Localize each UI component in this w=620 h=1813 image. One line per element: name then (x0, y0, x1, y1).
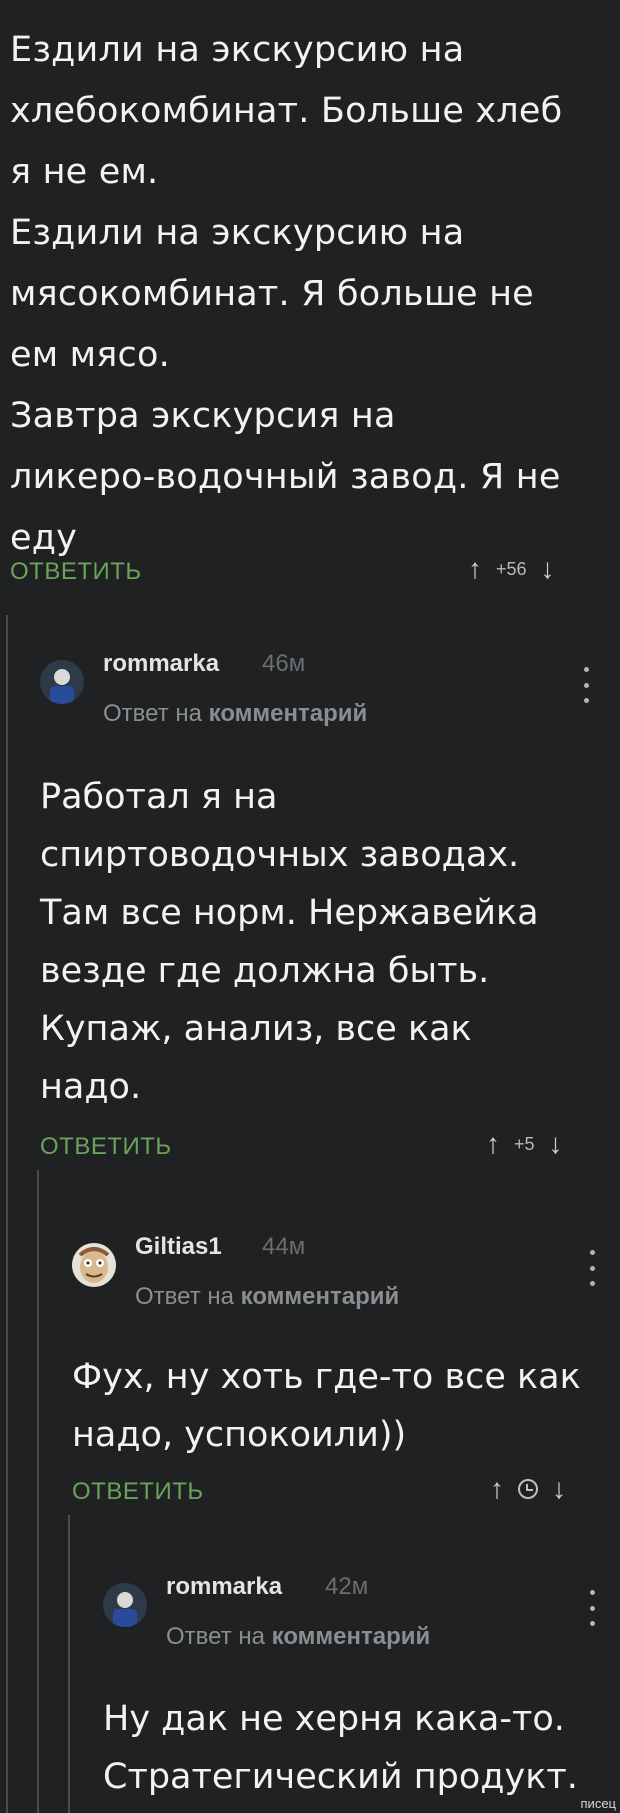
comment-line: Работал я на (40, 777, 278, 817)
comment-line: Стратегический продукт. (103, 1757, 578, 1797)
comment-line: ликеро-водочный завод. Я не (10, 457, 561, 497)
reply-to-prefix: Ответ на (135, 1283, 234, 1310)
comment-line: Там все норм. Нержавейка (40, 893, 539, 933)
comment-time: 44м (262, 1233, 306, 1260)
timer-icon (518, 1479, 538, 1499)
comment-line: я не ем. (10, 152, 159, 192)
comment-line: надо, успокоили)) (72, 1415, 407, 1455)
comment-line: Фух, ну хоть где-то все как (72, 1357, 581, 1397)
reply-to-prefix: Ответ на (103, 700, 202, 727)
comment-line: Ну дак не херня кака-то. (103, 1699, 565, 1739)
upvote-icon[interactable]: ↑ (468, 553, 482, 585)
more-options-icon[interactable] (582, 667, 590, 703)
reply-to-link[interactable]: комментарий (209, 700, 368, 727)
reply-button[interactable]: ОТВЕТИТЬ (40, 1133, 172, 1161)
thread-line (37, 1170, 39, 1813)
username[interactable]: rommarka (103, 650, 219, 678)
reply-to-label: Ответ на комментарий (135, 1283, 399, 1311)
comment-thread: Ездили на экскурсию на хлебокомбинат. Бо… (0, 0, 620, 1813)
downvote-icon[interactable]: ↓ (541, 553, 555, 585)
reply-to-label: Ответ на комментарий (103, 700, 367, 728)
upvote-icon[interactable]: ↑ (486, 1128, 500, 1160)
upvote-icon[interactable]: ↑ (490, 1473, 504, 1505)
comment-line: Ездили на экскурсию на (10, 213, 465, 253)
username[interactable]: rommarka (166, 1573, 282, 1601)
reply-to-link[interactable]: комментарий (272, 1623, 431, 1650)
avatar[interactable] (40, 660, 84, 704)
comment-line: ем мясо. (10, 335, 170, 375)
reply-to-label: Ответ на комментарий (166, 1623, 430, 1651)
reply-to-link[interactable]: комментарий (241, 1283, 400, 1310)
reply-button[interactable]: ОТВЕТИТЬ (10, 558, 142, 586)
comment-line: Завтра экскурсия на (10, 396, 396, 436)
thread-line (68, 1515, 70, 1813)
comment-line: Купаж, анализ, все как (40, 1009, 472, 1049)
comment-line: везде где должна быть. (40, 951, 490, 991)
watermark: писец (580, 1796, 616, 1811)
score-value: +5 (514, 1133, 535, 1154)
more-options-icon[interactable] (588, 1250, 596, 1286)
comment-body: Фух, ну хоть где-то все как надо, успоко… (72, 1348, 581, 1464)
more-options-icon[interactable] (588, 1590, 596, 1626)
avatar[interactable] (103, 1583, 147, 1627)
downvote-icon[interactable]: ↓ (549, 1128, 563, 1160)
comment-line: надо. (40, 1067, 142, 1107)
vote-controls: ↑ +5 ↓ (486, 1128, 563, 1160)
reply-button[interactable]: ОТВЕТИТЬ (72, 1478, 204, 1506)
comment-time: 42м (325, 1573, 369, 1600)
comment-line: мясокомбинат. Я больше не (10, 274, 534, 314)
comment-body: Работал я на спиртоводочных заводах. Там… (40, 768, 539, 1116)
score-value: +56 (496, 558, 527, 579)
username[interactable]: Giltias1 (135, 1233, 222, 1261)
avatar[interactable] (72, 1243, 116, 1287)
thread-line (6, 615, 8, 1813)
top-comment-text: Ездили на экскурсию на хлебокомбинат. Бо… (10, 20, 610, 569)
comment-line: Ездили на экскурсию на (10, 30, 465, 70)
comment-body: Ну дак не херня кака-то. Стратегический … (103, 1690, 578, 1806)
vote-controls: ↑ +56 ↓ (468, 553, 555, 585)
vote-controls: ↑ ↓ (490, 1473, 566, 1505)
downvote-icon[interactable]: ↓ (552, 1473, 566, 1505)
comment-time: 46м (262, 650, 306, 677)
comment-line: спиртоводочных заводах. (40, 835, 520, 875)
comment-line: хлебокомбинат. Больше хлеб (10, 91, 563, 131)
reply-to-prefix: Ответ на (166, 1623, 265, 1650)
